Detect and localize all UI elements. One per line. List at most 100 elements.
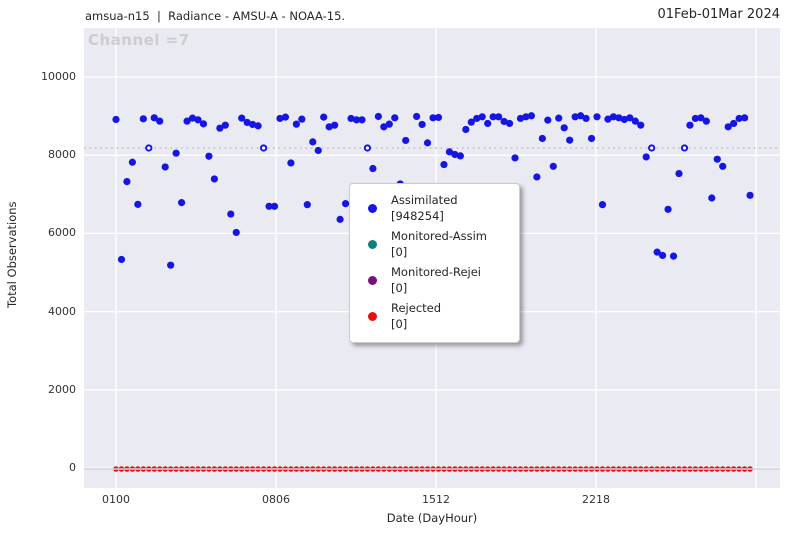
- assimilated-point: [418, 120, 426, 129]
- legend-item-monitored-assim: Monitored-Assim [0]: [360, 228, 509, 260]
- assimilated-point: [314, 146, 322, 155]
- assimilated-point: [440, 160, 448, 169]
- mean-marker-hole: [365, 146, 370, 150]
- assimilated-point: [374, 112, 382, 121]
- mean-marker-hole: [682, 146, 687, 150]
- assimilated-point: [719, 162, 727, 170]
- assimilated-point: [587, 134, 596, 143]
- y-axis-label: Total Observations: [5, 201, 19, 309]
- date-range-label: 01Feb-01Mar 2024: [657, 7, 780, 22]
- assimilated-point: [533, 173, 541, 181]
- assimilated-point: [369, 164, 377, 173]
- assimilated-point: [702, 117, 710, 125]
- assimilated-point: [413, 112, 421, 121]
- assimilated-point: [303, 201, 311, 209]
- assimilated-point: [123, 177, 131, 186]
- assimilated-point: [199, 120, 208, 128]
- assimilated-point: [746, 191, 754, 199]
- mean-marker-hole: [147, 146, 151, 150]
- assimilated-point: [298, 115, 306, 123]
- assimilated-point: [686, 121, 694, 129]
- monitored-assim-marker-icon: [368, 239, 377, 249]
- legend-item-monitored-rejei: Monitored-Rejei [0]: [360, 264, 509, 296]
- assimilated-marker-icon: [368, 203, 377, 213]
- assimilated-point: [511, 154, 519, 162]
- assimilated-point: [730, 119, 738, 128]
- assimilated-point: [544, 116, 552, 124]
- assimilated-point: [478, 113, 486, 121]
- legend-label: Monitored-Assim: [391, 229, 487, 243]
- assimilated-point: [270, 202, 279, 210]
- assimilated-point: [549, 162, 557, 170]
- assimilated-point: [358, 116, 366, 124]
- assimilated-point: [555, 114, 563, 122]
- assimilated-point: [128, 158, 136, 166]
- y-tick-label: 0: [69, 461, 76, 474]
- assimilated-point: [462, 125, 470, 134]
- assimilated-point: [527, 112, 536, 120]
- assimilated-point: [210, 175, 218, 183]
- assimilated-point: [642, 153, 650, 161]
- x-tick-label: 1512: [422, 493, 450, 506]
- assimilated-point: [161, 163, 169, 171]
- x-tick-label: 2218: [582, 493, 610, 506]
- legend-count: [0]: [391, 245, 408, 259]
- assimilated-point: [484, 119, 492, 128]
- assimilated-point: [713, 155, 721, 163]
- legend-count: [948254]: [391, 209, 444, 223]
- assimilated-point: [336, 215, 344, 223]
- assimilated-point: [675, 169, 683, 178]
- legend-item-assimilated: Assimilated [948254]: [360, 192, 509, 224]
- mean-marker-hole: [650, 146, 654, 150]
- assimilated-point: [669, 252, 678, 260]
- assimilated-point: [391, 114, 399, 122]
- y-tick-label: 4000: [48, 304, 76, 318]
- chart-legend: Assimilated [948254] Monitored-Assim [0]…: [349, 183, 520, 343]
- assimilated-point: [659, 251, 667, 260]
- y-tick-label: 6000: [48, 226, 76, 240]
- assimilated-point: [167, 261, 175, 269]
- assimilated-point: [134, 200, 142, 208]
- assimilated-point: [292, 120, 300, 128]
- assimilated-point: [664, 205, 672, 213]
- assimilated-point: [320, 113, 328, 121]
- x-axis-label: Date (DayHour): [386, 511, 478, 525]
- x-tick-label: 0806: [262, 493, 290, 506]
- assimilated-point: [385, 120, 393, 128]
- legend-label: Rejected: [391, 301, 442, 315]
- assimilated-point: [254, 122, 262, 130]
- assimilated-point: [156, 117, 164, 125]
- plot-title: amsua-n15 | Radiance - AMSU-A - NOAA-15.: [85, 9, 346, 23]
- legend-label: Assimilated: [391, 193, 458, 207]
- assimilated-point: [309, 138, 317, 146]
- assimilated-point: [423, 139, 432, 147]
- assimilated-point: [139, 115, 147, 123]
- assimilated-point: [740, 114, 749, 122]
- assimilated-point: [495, 113, 503, 121]
- assimilated-point: [402, 136, 410, 145]
- assimilated-point: [505, 119, 514, 128]
- assimilated-point: [281, 113, 290, 121]
- assimilated-point: [172, 149, 180, 157]
- assimilated-point: [637, 121, 645, 129]
- assimilated-point: [456, 152, 464, 160]
- channel-label: Channel =7: [88, 31, 190, 49]
- assimilated-point: [593, 113, 601, 121]
- assimilated-point: [538, 134, 546, 143]
- monitored-rejei-marker-icon: [368, 275, 377, 285]
- assimilated-point: [232, 228, 240, 237]
- assimilated-point: [566, 136, 574, 144]
- assimilated-point: [708, 194, 716, 202]
- assimilated-point: [227, 210, 235, 218]
- assimilated-point: [582, 114, 590, 123]
- mean-marker-hole: [261, 146, 266, 150]
- legend-count: [0]: [391, 317, 408, 331]
- legend-item-rejected: Rejected [0]: [360, 300, 509, 332]
- legend-count: [0]: [391, 281, 408, 295]
- assimilated-point: [434, 113, 443, 122]
- assimilated-point: [221, 121, 229, 129]
- y-tick-label: 2000: [48, 382, 76, 396]
- y-tick-label: 10000: [41, 70, 76, 83]
- legend-label: Monitored-Rejei: [391, 265, 482, 279]
- rejected-marker-icon: [368, 311, 377, 321]
